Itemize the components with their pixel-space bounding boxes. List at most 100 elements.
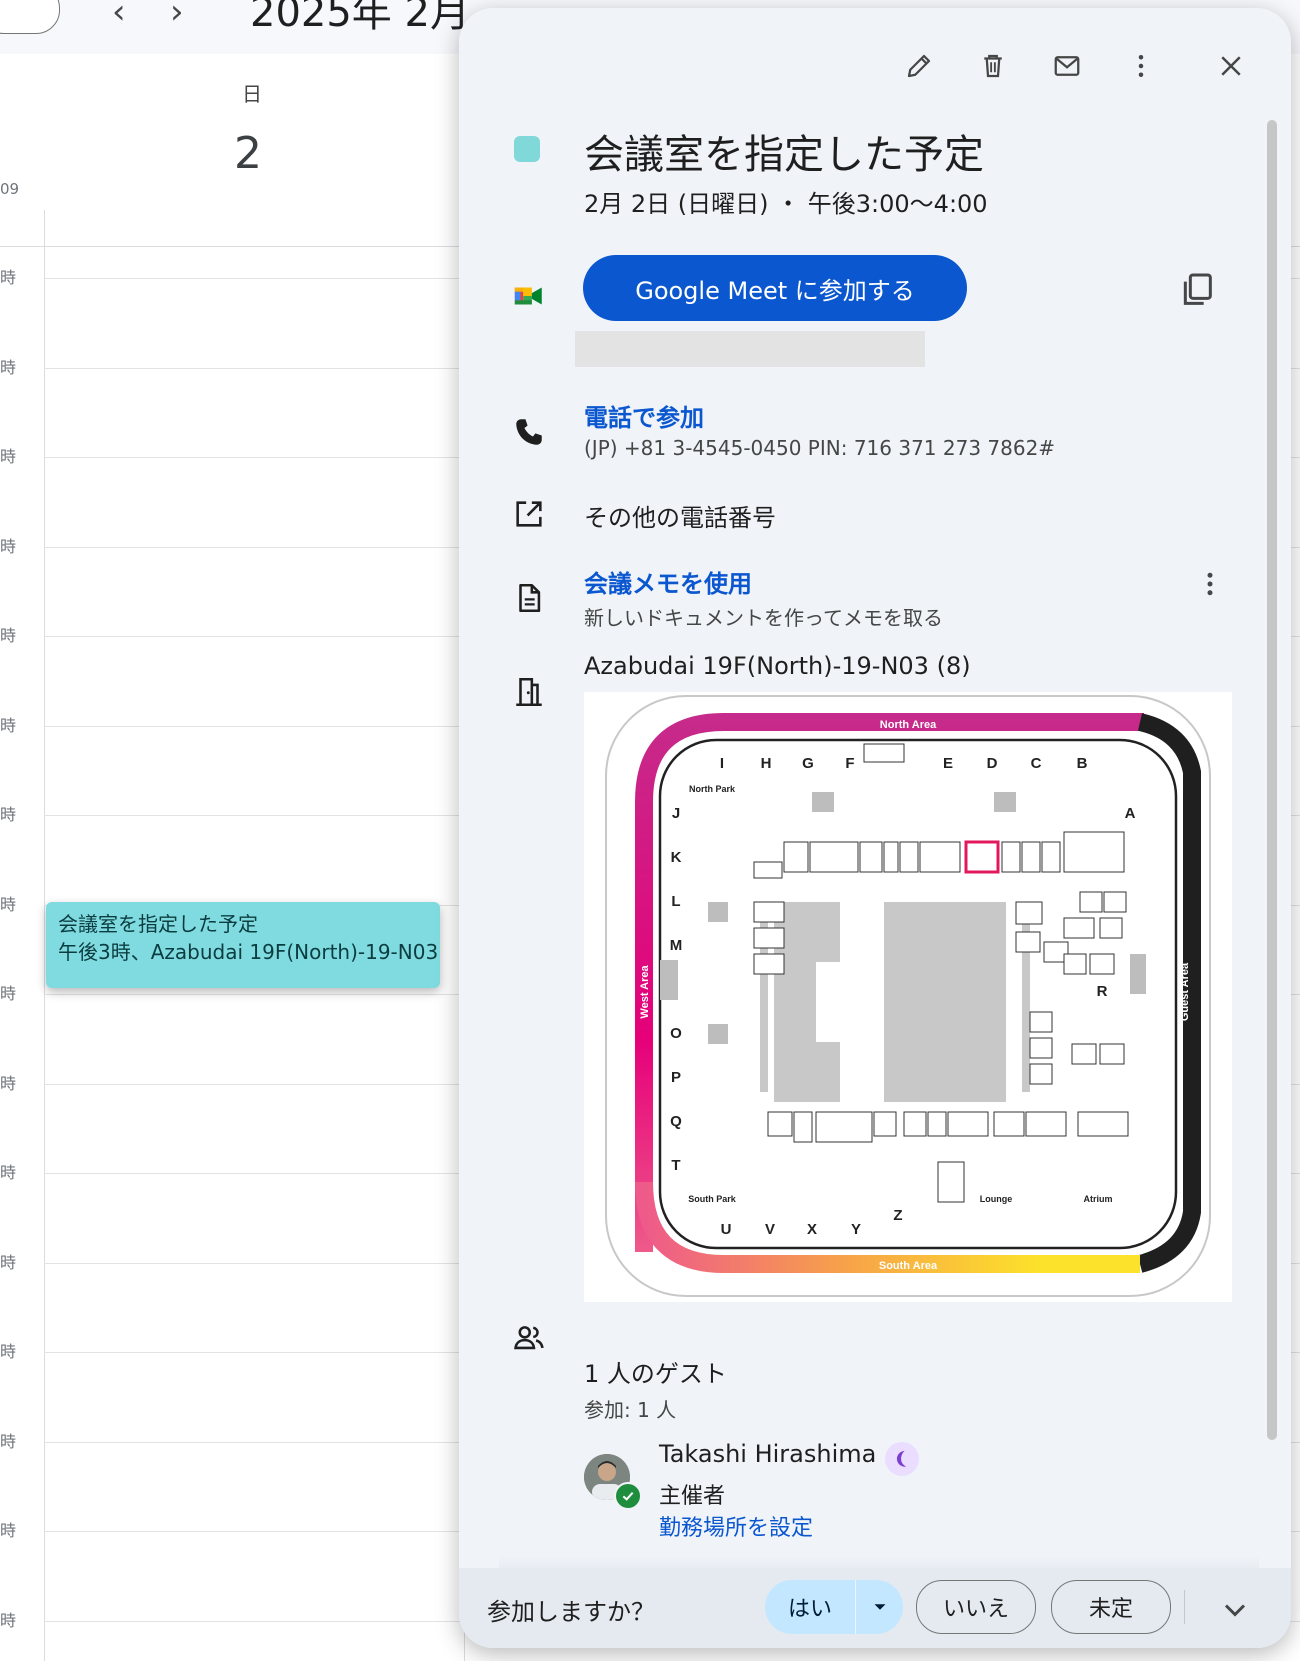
chevron-right-icon[interactable]: › [170, 0, 184, 32]
floor-map-image: North Area South Area West Area Guest Ar… [584, 692, 1232, 1302]
meeting-notes-description: 新しいドキュメントを作ってメモを取る [584, 606, 943, 630]
expand-more-icon[interactable] [1217, 1592, 1253, 1628]
close-icon[interactable] [1209, 44, 1253, 88]
map-letter: M [670, 937, 683, 954]
hour-label: 時 [0, 268, 17, 287]
map-pod [708, 1024, 728, 1044]
map-room [937, 1161, 965, 1203]
map-room [1063, 917, 1095, 939]
map-room [815, 1111, 873, 1143]
map-label-north: North Area [880, 719, 937, 731]
day-number[interactable]: 2 [234, 128, 262, 179]
hour-label: 時 [0, 1342, 17, 1361]
map-block [816, 962, 856, 1042]
join-meet-button[interactable]: Google Meet に参加する [583, 255, 967, 321]
map-letter: I [720, 755, 724, 772]
email-icon[interactable] [1045, 44, 1089, 88]
people-icon [509, 1318, 549, 1358]
map-room [1015, 901, 1043, 925]
event-chip[interactable]: 会議室を指定した予定 午後3時、Azabudai 19F(North)-19-N… [46, 902, 440, 988]
hour-label: 時 [0, 1163, 17, 1182]
map-pod [708, 902, 728, 922]
scrollbar[interactable] [1267, 120, 1277, 1440]
open-in-new-icon [509, 494, 549, 534]
map-letter: C [1031, 755, 1042, 772]
map-letter: P [671, 1069, 681, 1086]
rsvp-question: 参加しますか？ [487, 1598, 655, 1626]
caret-down-icon[interactable] [856, 1596, 903, 1618]
map-letter: O [670, 1025, 682, 1042]
map-pod [1130, 954, 1146, 994]
map-room [899, 841, 919, 873]
phone-number-pin: (JP) +81 3-4545-0450 PIN: 716 371 273 78… [584, 436, 1056, 460]
map-room [1021, 841, 1041, 873]
hour-label: 時 [0, 1073, 17, 1093]
map-letter: K [671, 849, 682, 866]
map-room [767, 1111, 793, 1137]
month-title: 2025年 2月 [250, 0, 470, 36]
map-room [1029, 1037, 1053, 1059]
hour-label: 時 [0, 715, 17, 735]
map-label-south-park: South Park [688, 1194, 737, 1204]
map-room [947, 1111, 989, 1137]
map-letter: T [671, 1157, 680, 1174]
meeting-room-icon [509, 672, 549, 712]
map-room [1041, 841, 1061, 873]
map-label-west: West Area [639, 965, 651, 1019]
map-label-north-park: North Park [689, 784, 736, 794]
map-letter: Y [851, 1221, 861, 1238]
map-letter: G [802, 755, 814, 772]
edit-icon[interactable] [897, 44, 941, 88]
hour-label: 時 [0, 1610, 17, 1630]
map-room [873, 1111, 897, 1137]
hour-label: 時 [0, 894, 17, 914]
copy-icon[interactable] [1177, 270, 1217, 310]
map-room [753, 953, 785, 975]
map-room [753, 901, 785, 923]
grid-divider [44, 210, 45, 1661]
other-phone-numbers-link[interactable]: その他の電話番号 [584, 498, 776, 533]
map-room [1001, 841, 1021, 873]
accepted-check-icon [614, 1482, 642, 1510]
map-room [1063, 953, 1087, 975]
hour-label: 時 [0, 1252, 17, 1272]
rsvp-no-button[interactable]: いいえ [916, 1580, 1036, 1634]
hour-label: 時 [0, 984, 17, 1003]
map-label-atrium: Atrium [1084, 1194, 1113, 1204]
hour-label: 時 [0, 1521, 17, 1540]
map-pod [660, 960, 678, 1000]
map-room [783, 841, 809, 873]
event-chip-title: 会議室を指定した予定 [58, 912, 258, 936]
map-room [1025, 1111, 1067, 1137]
rsvp-maybe-button[interactable]: 未定 [1051, 1580, 1171, 1634]
delete-icon[interactable] [971, 44, 1015, 88]
notes-more-vert-icon[interactable] [1195, 564, 1225, 604]
use-meeting-notes-link[interactable]: 会議メモを使用 [584, 564, 752, 599]
map-letter: H [761, 755, 772, 772]
map-room [1077, 1111, 1129, 1137]
map-letter: D [987, 755, 998, 772]
map-letter: B [1077, 755, 1088, 772]
more-vert-icon[interactable] [1119, 44, 1163, 88]
hour-label: 時 [0, 626, 17, 645]
hour-label: 時 [0, 1431, 17, 1451]
map-room [1063, 831, 1125, 873]
map-room [993, 1111, 1025, 1137]
map-room [1071, 1043, 1097, 1065]
map-label-south: South Area [879, 1260, 938, 1272]
hour-label: 時 [0, 447, 17, 466]
map-letter: Z [893, 1207, 902, 1224]
google-meet-icon [509, 276, 549, 316]
chevron-left-icon[interactable]: ‹ [112, 0, 126, 32]
join-by-phone-link[interactable]: 電話で参加 [584, 398, 704, 433]
map-letter: U [721, 1221, 732, 1238]
map-letter: F [845, 755, 854, 772]
map-room [1029, 1011, 1053, 1033]
rsvp-yes-button[interactable]: はい [765, 1580, 903, 1634]
set-work-location-link[interactable]: 勤務場所を設定 [659, 1510, 813, 1542]
map-room [919, 841, 961, 873]
meet-link-redacted [575, 331, 925, 367]
map-room [1099, 917, 1123, 939]
event-title: 会議室を指定した予定 [584, 132, 984, 178]
rsvp-yes-label: はい [787, 1597, 832, 1622]
